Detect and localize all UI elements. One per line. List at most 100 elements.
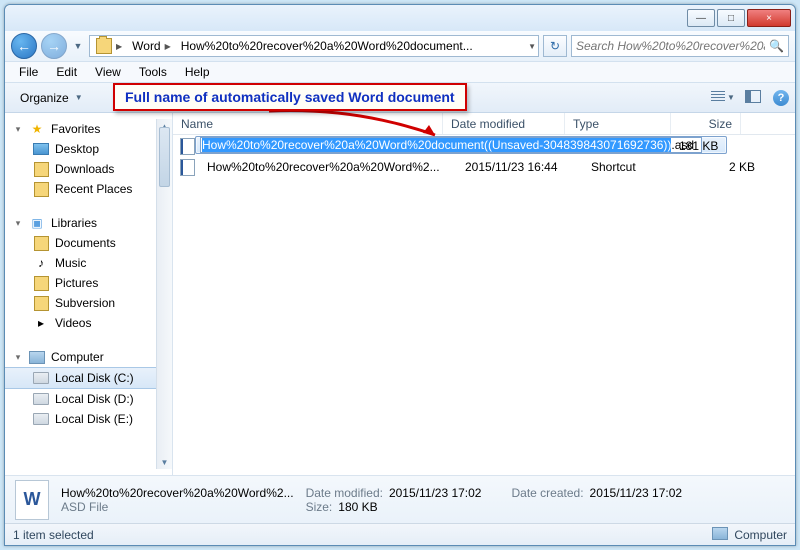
tree-expander[interactable]: ▾: [13, 124, 23, 135]
details-created-value: 2015/11/23 17:02: [590, 486, 683, 500]
search-icon: 🔍: [769, 39, 784, 53]
tree-label: Pictures: [55, 276, 98, 290]
tree-expander[interactable]: ▾: [13, 352, 23, 363]
close-button[interactable]: ×: [747, 9, 791, 27]
address-bar[interactable]: ▶ Word▶ How%20to%20recover%20a%20Word%20…: [89, 35, 539, 57]
annotation-callout: Full name of automatically saved Word do…: [113, 83, 467, 111]
refresh-button[interactable]: ↻: [543, 35, 567, 57]
libraries-icon: ▣: [29, 215, 45, 231]
back-button[interactable]: ←: [11, 33, 37, 59]
file-row[interactable]: How%20to%20recover%20a%20Word%2... 2015/…: [173, 157, 795, 177]
downloads-icon: [33, 161, 49, 177]
computer-header[interactable]: Computer: [51, 350, 104, 364]
drive-icon: [33, 411, 49, 427]
menubar: File Edit View Tools Help: [5, 61, 795, 83]
word-file-icon: [179, 138, 195, 154]
menu-help[interactable]: Help: [177, 63, 218, 81]
sidebar-item-local-disk-e[interactable]: Local Disk (E:): [5, 409, 156, 429]
tree-label: Videos: [55, 316, 91, 330]
organize-button[interactable]: Organize ▼: [11, 87, 92, 109]
menu-file[interactable]: File: [11, 63, 46, 81]
column-headers: Name Date modified Type Size: [173, 113, 795, 135]
pictures-icon: [33, 275, 49, 291]
minimize-button[interactable]: —: [687, 9, 715, 27]
navigation-pane: ▾★Favorites Desktop Downloads Recent Pla…: [5, 113, 173, 475]
scroll-thumb[interactable]: [159, 127, 170, 187]
scroll-down-icon[interactable]: ▼: [157, 455, 172, 469]
help-button[interactable]: ?: [773, 90, 789, 106]
explorer-window: — □ × ← → ▼ ▶ Word▶ How%20to%20recover%2…: [4, 4, 796, 546]
view-options-button[interactable]: ▼: [713, 88, 733, 108]
music-icon: ♪: [33, 255, 49, 271]
details-modified-label: Date modified:: [306, 486, 383, 500]
sidebar-item-videos[interactable]: ▸ Videos: [5, 313, 156, 333]
menu-view[interactable]: View: [87, 63, 129, 81]
computer-icon: [29, 349, 45, 365]
breadcrumb-more[interactable]: ▼: [528, 42, 536, 51]
word-file-icon: [179, 159, 195, 175]
column-size[interactable]: Size: [671, 113, 741, 134]
sidebar-item-recent-places[interactable]: Recent Places: [5, 179, 156, 199]
menu-edit[interactable]: Edit: [48, 63, 85, 81]
column-name[interactable]: Name: [173, 113, 443, 134]
sidebar-item-documents[interactable]: Documents: [5, 233, 156, 253]
videos-icon: ▸: [33, 315, 49, 331]
breadcrumb-segment[interactable]: Word: [132, 39, 160, 53]
search-input[interactable]: [576, 39, 765, 53]
tree-label: Downloads: [55, 162, 114, 176]
status-selection: 1 item selected: [13, 528, 94, 542]
file-size: 181 KB: [671, 139, 726, 153]
chevron-down-icon: ▼: [75, 93, 83, 102]
breadcrumb-segment[interactable]: How%20to%20recover%20a%20Word%20document…: [181, 39, 473, 53]
subversion-icon: [33, 295, 49, 311]
desktop-icon: [33, 141, 49, 157]
rename-text-selection: How%20to%20recover%20a%20Word%20document…: [202, 138, 671, 152]
documents-icon: [33, 235, 49, 251]
sidebar-item-local-disk-c[interactable]: Local Disk (C:): [5, 367, 156, 389]
organize-label: Organize: [20, 91, 69, 105]
details-modified-value: 2015/11/23 17:02: [389, 486, 482, 500]
recent-icon: [33, 181, 49, 197]
nav-toolbar: ← → ▼ ▶ Word▶ How%20to%20recover%20a%20W…: [5, 31, 795, 61]
drive-icon: [33, 370, 49, 386]
rename-editor[interactable]: How%20to%20recover%20a%20Word%20document…: [200, 137, 702, 153]
sidebar-item-music[interactable]: ♪ Music: [5, 253, 156, 273]
menu-tools[interactable]: Tools: [131, 63, 175, 81]
favorites-header[interactable]: Favorites: [51, 122, 100, 136]
sidebar-item-desktop[interactable]: Desktop: [5, 139, 156, 159]
details-created-label: Date created:: [511, 486, 583, 500]
details-pane: How%20to%20recover%20a%20Word%2... ASD F…: [5, 475, 795, 523]
status-bar: 1 item selected Computer: [5, 523, 795, 545]
preview-pane-button[interactable]: [743, 88, 763, 108]
sidebar-item-local-disk-d[interactable]: Local Disk (D:): [5, 389, 156, 409]
tree-label: Music: [55, 256, 86, 270]
tree-label: Subversion: [55, 296, 115, 310]
history-dropdown[interactable]: ▼: [71, 41, 85, 51]
tree-label: Local Disk (E:): [55, 412, 133, 426]
titlebar[interactable]: — □ ×: [5, 5, 795, 31]
maximize-button[interactable]: □: [717, 9, 745, 27]
tree-expander[interactable]: ▾: [13, 218, 23, 229]
sidebar-scrollbar[interactable]: ▲ ▼: [156, 119, 172, 469]
file-row-selected[interactable]: How%20to%20recover%20a%20Word%20document…: [173, 135, 795, 157]
computer-icon: [712, 527, 728, 543]
column-type[interactable]: Type: [565, 113, 671, 134]
tree-label: Recent Places: [55, 182, 132, 196]
tree-label: Local Disk (D:): [55, 392, 134, 406]
column-date-modified[interactable]: Date modified: [443, 113, 565, 134]
forward-button[interactable]: →: [41, 33, 67, 59]
tree-label: Documents: [55, 236, 116, 250]
libraries-header[interactable]: Libraries: [51, 216, 97, 230]
details-size-value: 180 KB: [338, 500, 377, 514]
search-box[interactable]: 🔍: [571, 35, 789, 57]
sidebar-item-downloads[interactable]: Downloads: [5, 159, 156, 179]
file-size: 2 KB: [693, 160, 763, 174]
folder-icon: [96, 38, 112, 54]
file-date: 2015/11/23 16:44: [457, 160, 579, 174]
word-file-icon: [15, 480, 49, 520]
file-type: Shortcut: [583, 160, 689, 174]
sidebar-item-pictures[interactable]: Pictures: [5, 273, 156, 293]
sidebar-item-subversion[interactable]: Subversion: [5, 293, 156, 313]
details-filename: How%20to%20recover%20a%20Word%2...: [61, 486, 294, 500]
details-filetype: ASD File: [61, 500, 294, 514]
